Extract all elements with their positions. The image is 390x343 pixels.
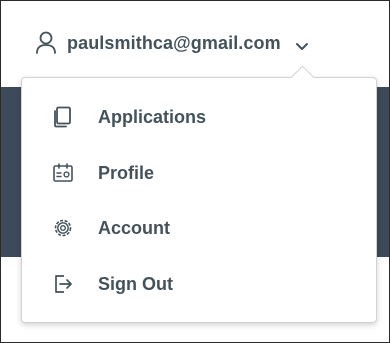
menu-item-label: Account [98,217,170,238]
menu-item-label: Applications [98,106,207,127]
dropdown-caret [290,65,315,90]
menu-item-label: Sign Out [98,273,173,294]
menu-item-sign-out[interactable]: Sign Out [22,262,376,306]
user-dropdown-menu: Applications Profile Account Sign Out [21,65,377,323]
user-icon [35,31,57,55]
gear-icon [52,217,74,239]
profile-icon [52,162,74,184]
screenshot-frame: paulsmithca@gmail.com Applications Profi… [0,0,390,343]
menu-item-label: Profile [98,162,155,183]
chevron-down-icon [295,38,309,50]
sign-out-icon [52,273,74,295]
menu-item-profile[interactable]: Profile [22,151,376,195]
menu-item-account[interactable]: Account [22,206,376,250]
applications-icon [52,106,74,128]
menu-item-applications[interactable]: Applications [22,95,376,139]
user-email: paulsmithca@gmail.com [67,32,281,53]
user-menu-toggle[interactable]: paulsmithca@gmail.com [35,27,309,59]
